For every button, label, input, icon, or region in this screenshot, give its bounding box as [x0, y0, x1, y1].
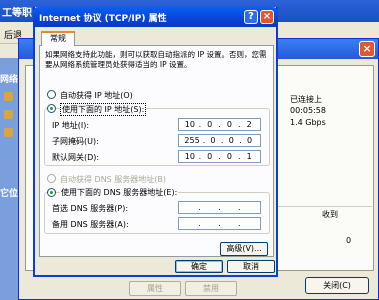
dialog-title: Internet 协议 (TCP/IP) 属性 — [39, 14, 167, 24]
connection-speed-text: 1.4 Gbps — [290, 118, 326, 127]
gateway-octet: 1 — [246, 152, 252, 161]
subnet-mask-field[interactable]: 255. 0. 0. 0 — [178, 134, 261, 147]
manual-dns-label[interactable]: 使用下面的 DNS 服务器地址(E): — [60, 187, 179, 198]
ip-octet: 0 — [226, 120, 232, 129]
folder-icon — [4, 110, 13, 119]
explorer-title: 工等职 — [2, 8, 32, 19]
default-gateway-field[interactable]: 10. 0. 0. 1 — [178, 150, 261, 163]
manual-ip-radio[interactable] — [47, 104, 56, 113]
task-pane-label-other: 它位 — [0, 189, 19, 199]
close-icon[interactable]: × — [359, 41, 375, 57]
folder-icon — [4, 128, 13, 137]
mask-octet: 0 — [246, 136, 253, 145]
tab-general[interactable]: 常规 — [41, 31, 75, 46]
alternate-dns-label: 备用 DNS 服务器(A): — [52, 220, 129, 229]
default-gateway-label: 默认网关(D): — [52, 153, 100, 162]
mask-octet: 255 — [184, 136, 200, 145]
gateway-octet: 0 — [226, 152, 232, 161]
connection-status-text: 已连接上 — [290, 95, 322, 104]
ip-octet: 10 — [184, 120, 195, 129]
gateway-octet: 0 — [207, 152, 213, 161]
folder-icon — [4, 92, 13, 101]
activity-divider — [272, 206, 372, 207]
packets-received-value: 0 — [346, 236, 352, 245]
connection-duration-text: 00:05:58 — [290, 106, 326, 115]
tab-panel-general: 如果网络支持此功能，则可以获取自动指派的 IP 设置。否则，您需要从网络系统管理… — [39, 45, 274, 257]
ip-octet: 0 — [207, 120, 213, 129]
auto-ip-label[interactable]: 自动获得 IP 地址(O) — [60, 90, 133, 101]
auto-dns-label[interactable]: 自动获得 DNS 服务器地址(B) — [60, 174, 166, 185]
dialog-titlebar[interactable]: Internet 协议 (TCP/IP) 属性 ? × — [33, 7, 278, 27]
ip-address-label: IP 地址(I): — [52, 121, 90, 130]
preferred-dns-label: 首选 DNS 服务器(P): — [52, 204, 129, 213]
intro-text: 如果网络支持此功能，则可以获取自动指派的 IP 设置。否则，您需要从网络系统管理… — [45, 50, 267, 69]
close-button[interactable]: 关闭(C) — [305, 277, 369, 294]
task-pane-label-network: 网络 — [0, 75, 19, 85]
cancel-button[interactable]: 取消 — [227, 260, 275, 273]
alternate-dns-field[interactable]: ... — [178, 217, 261, 230]
properties-button[interactable]: 属性 — [129, 281, 181, 296]
ok-button[interactable]: 确定 — [175, 260, 223, 273]
preferred-dns-field[interactable]: ... — [178, 201, 261, 214]
close-icon[interactable]: × — [260, 10, 274, 24]
mask-octet: 0 — [210, 136, 216, 145]
auto-ip-radio[interactable] — [47, 90, 56, 99]
help-icon[interactable]: ? — [244, 10, 258, 24]
manual-ip-label[interactable]: 使用下面的 IP 地址(S): — [60, 103, 147, 116]
advanced-button[interactable]: 高级(V)... — [220, 242, 268, 256]
disable-button[interactable]: 禁用 — [185, 281, 237, 296]
gateway-octet: 10 — [184, 152, 195, 161]
subnet-mask-label: 子网掩码(U): — [52, 137, 99, 146]
mask-octet: 0 — [228, 136, 234, 145]
received-header: 收到 — [322, 210, 338, 219]
auto-dns-radio[interactable] — [47, 174, 56, 183]
manual-dns-radio[interactable] — [47, 188, 56, 197]
tcpip-properties-dialog: Internet 协议 (TCP/IP) 属性 ? × 常规 如果网络支持此功能… — [33, 7, 278, 277]
ip-octet: 2 — [246, 120, 252, 129]
ip-address-field[interactable]: 10. 0. 0. 2 — [178, 118, 261, 131]
